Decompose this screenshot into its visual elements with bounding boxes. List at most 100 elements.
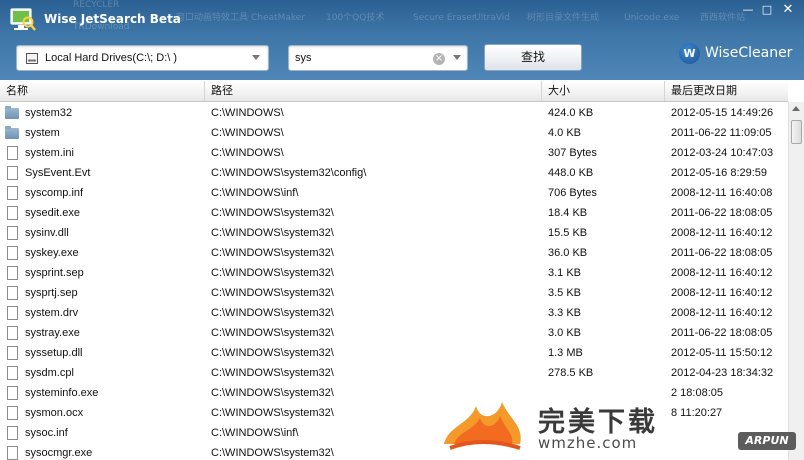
file-size: [548, 383, 662, 403]
drive-select[interactable]: Local Hard Drives(C:\; D:\ ): [16, 45, 269, 71]
file-path: C:\WINDOWS\: [211, 147, 284, 159]
table-row[interactable]: sysocmgr.exe C:\WINDOWS\system32\: [0, 443, 788, 460]
table-row[interactable]: syskey.exe C:\WINDOWS\system32\ 36.0 KB 201…: [0, 243, 788, 263]
search-field[interactable]: ×: [288, 45, 468, 71]
table-row[interactable]: system.ini C:\WINDOWS\ 307 Bytes 2012-03-24…: [0, 143, 788, 163]
file-size: 307 Bytes: [548, 147, 597, 159]
file-icon: [5, 446, 19, 460]
table-row[interactable]: systeminfo.exe C:\WINDOWS\system32\ 2 18:0…: [0, 383, 788, 403]
table-row[interactable]: sysdm.cpl C:\WINDOWS\system32\ 278.5 KB 201…: [0, 363, 788, 383]
file-name: sysedit.exe: [25, 207, 81, 219]
file-modified-date: 2012-04-23 18:34:32: [671, 367, 774, 379]
file-path: C:\WINDOWS\system32\: [211, 407, 334, 419]
scrollbar-thumb[interactable]: [791, 120, 802, 144]
brand-name: WiseCleaner: [705, 45, 793, 61]
file-modified-date: 2011-06-22 18:08:05: [671, 327, 773, 339]
chevron-down-icon[interactable]: [252, 55, 260, 60]
table-row[interactable]: system.drv C:\WINDOWS\system32\ 3.3 KB 2008…: [0, 303, 788, 323]
wisecleaner-logo-icon: W: [679, 43, 700, 64]
column-header-modified[interactable]: 最后更改日期: [665, 81, 788, 101]
folder-icon: [5, 126, 19, 140]
file-size: 448.0 KB: [548, 167, 594, 179]
file-path: C:\WINDOWS\system32\: [211, 367, 334, 379]
file-modified-date: 2008-12-11 16:40:12: [671, 267, 773, 279]
table-row[interactable]: SysEvent.Evt C:\WINDOWS\system32\config\ 4…: [0, 163, 788, 183]
file-modified-date: 2008-12-11 16:40:08: [671, 187, 773, 199]
file-icon: [5, 146, 19, 160]
file-name: sysdm.cpl: [25, 367, 74, 379]
search-history-chevron-icon[interactable]: [453, 55, 461, 60]
minimize-button[interactable]: —: [739, 3, 757, 18]
table-row[interactable]: sysmon.ocx C:\WINDOWS\system32\ 8 11:20:27: [0, 403, 788, 423]
file-path: C:\WINDOWS\inf\: [211, 187, 299, 199]
file-icon: [5, 186, 19, 200]
results-table-header: 名称 路径 大小 最后更改日期: [0, 81, 788, 102]
file-path: C:\WINDOWS\: [211, 107, 284, 119]
column-header-size[interactable]: 大小: [542, 81, 665, 101]
file-modified-date: 2012-03-24 10:47:03: [671, 147, 774, 159]
file-size: 3.0 KB: [548, 327, 582, 339]
file-size: [548, 443, 662, 460]
file-modified-date: 2011-06-22 11:09:05: [671, 127, 772, 139]
scroll-up-arrow-icon[interactable]: [792, 106, 800, 111]
file-modified-date: 2008-12-11 16:40:12: [671, 307, 773, 319]
table-row[interactable]: syscomp.inf C:\WINDOWS\inf\ 706 Bytes 2008-…: [0, 183, 788, 203]
close-button[interactable]: ✕: [777, 3, 799, 18]
file-size: 15.5 KB: [548, 227, 588, 239]
title-toolbar-area: RECYCLER TRDownload 窗口动画特效工具 CheatMaker 100个…: [0, 0, 804, 80]
file-path: C:\WINDOWS\inf\: [211, 427, 299, 439]
table-row[interactable]: sysoc.inf C:\WINDOWS\inf\: [0, 423, 788, 443]
file-path: C:\WINDOWS\system32\: [211, 447, 334, 459]
find-button[interactable]: 查找: [484, 44, 582, 71]
file-size: 3.5 KB: [548, 287, 582, 299]
file-path: C:\WINDOWS\system32\: [211, 227, 334, 239]
file-path: C:\WINDOWS\system32\: [211, 327, 334, 339]
file-icon: [5, 386, 19, 400]
file-path: C:\WINDOWS\: [211, 127, 284, 139]
file-size: 36.0 KB: [548, 247, 588, 259]
file-name: syscomp.inf: [25, 187, 84, 199]
clear-search-icon[interactable]: ×: [433, 53, 445, 65]
file-name: sysprint.sep: [25, 267, 84, 279]
file-name: sysinv.dll: [25, 227, 69, 239]
table-row[interactable]: sysprint.sep C:\WINDOWS\system32\ 3.1 KB 20…: [0, 263, 788, 283]
drive-select-value: Local Hard Drives(C:\; D:\ ): [45, 52, 178, 64]
file-icon: [5, 366, 19, 380]
search-input[interactable]: [295, 50, 425, 66]
file-modified-date: [671, 443, 788, 460]
file-name: system32: [25, 107, 73, 119]
file-name: syssetup.dll: [25, 347, 83, 359]
desktop-label: 100个QQ技术: [326, 13, 385, 23]
file-icon: [5, 166, 19, 180]
file-name: system: [25, 127, 60, 139]
column-header-path[interactable]: 路径: [205, 81, 542, 101]
table-row[interactable]: syssetup.dll C:\WINDOWS\system32\ 1.3 MB 20…: [0, 343, 788, 363]
table-row[interactable]: sysinv.dll C:\WINDOWS\system32\ 15.5 KB 200…: [0, 223, 788, 243]
table-row[interactable]: sysprtj.sep C:\WINDOWS\system32\ 3.5 KB 200…: [0, 283, 788, 303]
file-name: sysocmgr.exe: [25, 447, 93, 459]
desktop-label: UltraVid: [474, 13, 511, 23]
vertical-scrollbar[interactable]: [788, 102, 804, 460]
table-row[interactable]: systray.exe C:\WINDOWS\system32\ 3.0 KB 201…: [0, 323, 788, 343]
file-icon: [5, 226, 19, 240]
file-size: 18.4 KB: [548, 207, 588, 219]
column-header-name[interactable]: 名称: [0, 81, 205, 101]
desktop-label: Unicode.exe: [624, 13, 680, 23]
file-size: [548, 403, 662, 423]
desktop-label: RECYCLER: [73, 0, 120, 10]
table-row[interactable]: system C:\WINDOWS\ 4.0 KB 2011-06-22 11:09:…: [0, 123, 788, 143]
file-name: systray.exe: [25, 327, 80, 339]
desktop-label: Secure Eraser: [413, 13, 476, 23]
table-row[interactable]: sysedit.exe C:\WINDOWS\system32\ 18.4 KB 20…: [0, 203, 788, 223]
file-name: syskey.exe: [25, 247, 79, 259]
desktop-label: 窗口动画特效工具: [176, 13, 249, 23]
table-row[interactable]: system32 C:\WINDOWS\ 424.0 KB 2012-05-15 14…: [0, 103, 788, 123]
file-modified-date: 2011-06-22 18:08:05: [671, 247, 773, 259]
file-modified-date: [671, 423, 788, 443]
file-icon: [5, 266, 19, 280]
file-size: [548, 423, 662, 443]
file-size: 3.1 KB: [548, 267, 582, 279]
maximize-button[interactable]: □: [758, 3, 776, 18]
file-name: sysoc.inf: [25, 427, 68, 439]
file-icon: [5, 306, 19, 320]
